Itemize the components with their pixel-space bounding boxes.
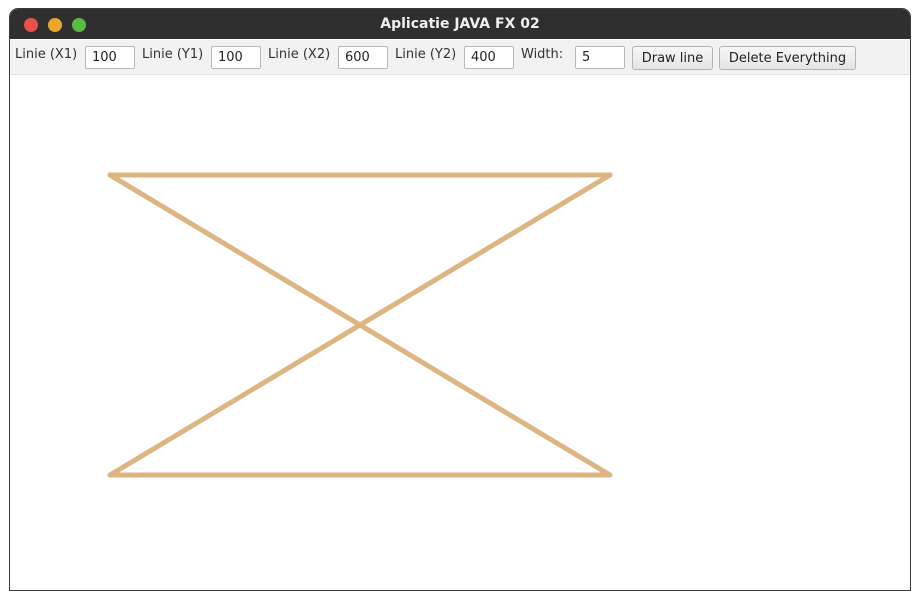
draw-line-button[interactable]: Draw line — [632, 46, 713, 70]
app-window: Aplicatie JAVA FX 02 Linie (X1) Linie (Y… — [9, 8, 911, 591]
width-input[interactable] — [575, 46, 625, 69]
y2-input[interactable] — [464, 46, 514, 69]
title-bar: Aplicatie JAVA FX 02 — [10, 9, 910, 39]
delete-everything-button[interactable]: Delete Everything — [719, 46, 856, 70]
canvas-svg — [107, 172, 613, 478]
toolbar: Linie (X1) Linie (Y1) Linie (X2) Linie (… — [10, 40, 910, 75]
x2-label: Linie (X2) — [268, 47, 331, 62]
window-title: Aplicatie JAVA FX 02 — [380, 16, 540, 32]
x1-label: Linie (X1) — [15, 47, 78, 62]
y1-label: Linie (Y1) — [142, 47, 204, 62]
drawing-canvas[interactable] — [10, 75, 910, 590]
y2-label: Linie (Y2) — [395, 47, 457, 62]
x2-input[interactable] — [338, 46, 388, 69]
y1-input[interactable] — [211, 46, 261, 69]
width-label: Width: — [521, 47, 564, 62]
x1-input[interactable] — [85, 46, 135, 69]
